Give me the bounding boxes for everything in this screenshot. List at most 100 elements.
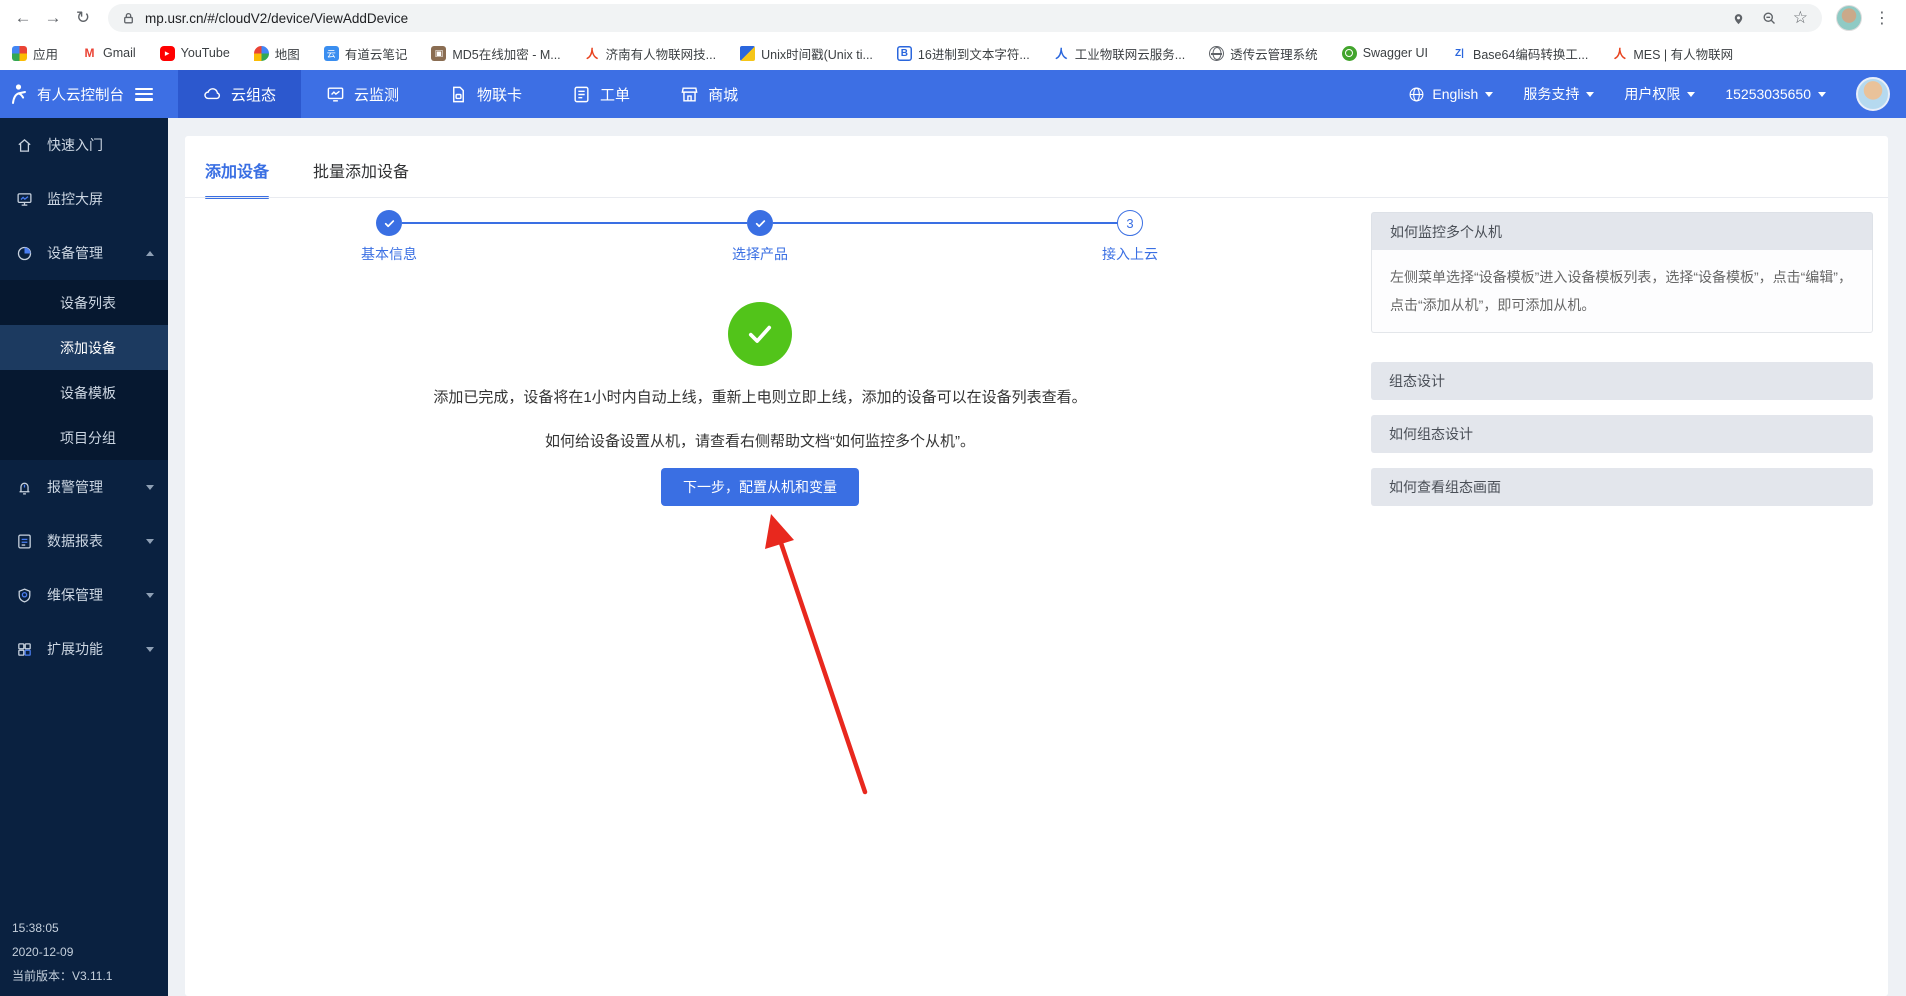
sidebar-item-project-group[interactable]: 项目分组 [0, 415, 168, 460]
bookmarks-bar: 应用 Gmail YouTube 地图 有道云笔记 MD5在线加密 - M...… [0, 36, 1906, 70]
help-link-scada-design[interactable]: 组态设计 [1371, 362, 1873, 400]
help-panel-title[interactable]: 如何监控多个从机 [1371, 212, 1873, 250]
sidebar-item-monitor-screen[interactable]: 监控大屏 [0, 172, 168, 226]
sidebar-item-device-template[interactable]: 设备模板 [0, 370, 168, 415]
bookmark-usr-jinan[interactable]: 济南有人物联网技... [585, 44, 716, 63]
sim-card-icon [449, 85, 468, 104]
mes-person-icon [1612, 46, 1627, 61]
help-link-how-to-design[interactable]: 如何组态设计 [1371, 415, 1873, 453]
tabs: 添加设备 批量添加设备 [205, 158, 409, 199]
bookmark-hex-text[interactable]: 16进制到文本字符... [897, 44, 1030, 63]
account-menu[interactable]: 15253035650 [1725, 86, 1826, 102]
bookmark-base64[interactable]: Base64编码转换工... [1452, 44, 1588, 63]
device-management-icon [16, 245, 33, 262]
top-nav-items: 云组态 云监测 物联卡 工单 商城 [178, 70, 763, 118]
help-panel: 如何监控多个从机 左侧菜单选择“设备模板”进入设备模板列表，选择“设备模板”，点… [1371, 212, 1873, 506]
sidebar-footer: 15:38:05 2020-12-09 当前版本：V3.11.1 [12, 916, 112, 988]
forward-button[interactable]: → [38, 3, 68, 33]
address-bar[interactable]: mp.usr.cn/#/cloudV2/device/ViewAddDevice… [108, 4, 1822, 32]
step-connector-2 [773, 222, 1117, 224]
slave-hint-message: 如何给设备设置从机，请查看右侧帮助文档“如何监控多个从机”。 [185, 430, 1335, 451]
nav-item-work-order[interactable]: 工单 [547, 70, 655, 118]
shield-icon [16, 587, 33, 604]
top-nav-right: English 服务支持 用户权限 15253035650 [1408, 77, 1906, 111]
sidebar-item-device-management[interactable]: 设备管理 [0, 226, 168, 280]
bookmark-maps[interactable]: 地图 [254, 44, 300, 63]
back-button[interactable]: ← [8, 3, 38, 33]
reload-button[interactable]: ↻ [68, 3, 98, 33]
unix-timestamp-icon [740, 46, 755, 61]
sidebar-item-extensions[interactable]: 扩展功能 [0, 622, 168, 676]
lock-icon [122, 12, 135, 25]
hex-converter-icon [897, 46, 912, 61]
tab-add-device[interactable]: 添加设备 [205, 158, 269, 199]
bookmark-star-icon[interactable]: ☆ [1793, 8, 1808, 28]
nav-item-iot-card[interactable]: 物联卡 [424, 70, 547, 118]
step-1-circle-done [376, 210, 402, 236]
main-content-card: 添加设备 批量添加设备 3 基本信息 选择产品 接入上云 添加已完成，设备将在1… [185, 136, 1888, 996]
chevron-down-icon [146, 647, 154, 652]
brand: 有人云控制台 [0, 83, 178, 105]
bookmark-youtube[interactable]: YouTube [160, 46, 230, 61]
sidebar-item-data-report[interactable]: 数据报表 [0, 514, 168, 568]
bookmark-passthrough-cloud[interactable]: 透传云管理系统 [1209, 44, 1318, 63]
bookmark-iiot-cloud[interactable]: 工业物联网云服务... [1054, 44, 1185, 63]
youtube-icon [160, 46, 175, 61]
user-avatar[interactable] [1856, 77, 1890, 111]
service-support-menu[interactable]: 服务支持 [1523, 84, 1594, 104]
console-title: 有人云控制台 [37, 84, 124, 105]
work-order-icon [572, 85, 591, 104]
next-step-button[interactable]: 下一步，配置从机和变量 [661, 468, 859, 506]
sidebar-item-alarm-management[interactable]: 报警管理 [0, 460, 168, 514]
bookmark-mes[interactable]: MES | 有人物联网 [1612, 44, 1733, 63]
user-permissions-menu[interactable]: 用户权限 [1624, 84, 1695, 104]
check-icon [754, 217, 767, 230]
big-screen-icon [16, 191, 33, 208]
swagger-icon [1342, 46, 1357, 61]
browser-profile-avatar[interactable] [1836, 5, 1862, 31]
chevron-up-icon [146, 251, 154, 256]
bookmark-md5[interactable]: MD5在线加密 - M... [431, 44, 560, 63]
bookmark-youdao[interactable]: 有道云笔记 [324, 44, 408, 63]
sidebar: 快速入门 监控大屏 设备管理 设备列表 添加设备 设备模板 项目分组 报警管理 … [0, 118, 168, 996]
success-check-icon [728, 302, 792, 366]
monitor-icon [326, 85, 345, 104]
step-1-label: 基本信息 [361, 244, 417, 264]
bookmark-unix-timestamp[interactable]: Unix时间戳(Unix ti... [740, 44, 873, 63]
screen: ← → ↻ mp.usr.cn/#/cloudV2/device/ViewAdd… [0, 0, 1906, 996]
chevron-down-icon [146, 485, 154, 490]
bookmark-apps[interactable]: 应用 [12, 44, 58, 63]
help-panel-body: 左侧菜单选择“设备模板”进入设备模板列表，选择“设备模板”，点击“编辑”，点击“… [1371, 250, 1873, 333]
chevron-down-icon [146, 539, 154, 544]
language-switcher[interactable]: English [1408, 86, 1493, 103]
app-top-nav: 有人云控制台 云组态 云监测 物联卡 工单 商城 [0, 70, 1906, 118]
browser-menu-icon[interactable]: ⋮ [1866, 8, 1898, 28]
nav-item-mall[interactable]: 商城 [655, 70, 763, 118]
hamburger-menu-icon[interactable] [135, 88, 153, 101]
zoom-out-icon[interactable] [1762, 11, 1777, 26]
bookmark-gmail[interactable]: Gmail [82, 46, 136, 61]
base64-icon [1452, 46, 1467, 61]
apps-grid-icon [12, 46, 27, 61]
bookmark-swagger[interactable]: Swagger UI [1342, 46, 1428, 61]
sidebar-item-quick-start[interactable]: 快速入门 [0, 118, 168, 172]
step-connector-1 [402, 222, 747, 224]
location-pin-icon[interactable] [1731, 11, 1746, 26]
extensions-grid-icon [16, 641, 33, 658]
step-2-label: 选择产品 [732, 244, 788, 264]
chevron-down-icon [1586, 92, 1594, 97]
sidebar-item-device-list[interactable]: 设备列表 [0, 280, 168, 325]
check-icon [383, 217, 396, 230]
shop-icon [680, 85, 699, 104]
chevron-down-icon [1818, 92, 1826, 97]
nav-item-cloud-scada[interactable]: 云组态 [178, 70, 301, 118]
cloud-icon [203, 85, 222, 104]
device-management-submenu: 设备列表 添加设备 设备模板 项目分组 [0, 280, 168, 460]
help-link-view-screen[interactable]: 如何查看组态画面 [1371, 468, 1873, 506]
report-icon [16, 533, 33, 550]
usr-person-icon [585, 46, 600, 61]
tab-batch-add-device[interactable]: 批量添加设备 [313, 158, 409, 199]
sidebar-item-add-device[interactable]: 添加设备 [0, 325, 168, 370]
sidebar-item-maintenance[interactable]: 维保管理 [0, 568, 168, 622]
nav-item-cloud-monitor[interactable]: 云监测 [301, 70, 424, 118]
